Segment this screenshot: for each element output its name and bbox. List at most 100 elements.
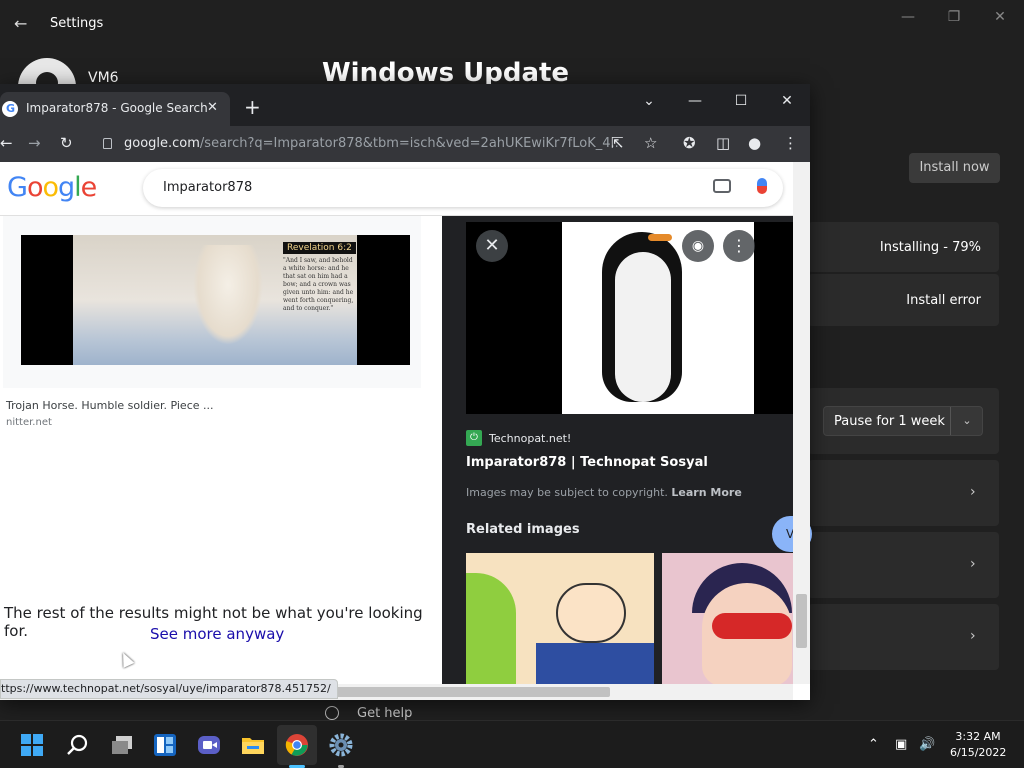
google-logo[interactable]: Google — [7, 172, 98, 203]
network-icon[interactable]: ▣ — [895, 737, 907, 752]
search-input[interactable]: Imparator878 — [143, 169, 783, 207]
bookmark-star-icon[interactable]: ☆ — [644, 134, 657, 152]
url-path: /search?q=Imparator878&tbm=isch&ved=2ahU… — [199, 136, 623, 151]
restore-icon[interactable]: ❐ — [931, 6, 977, 28]
related-image-2[interactable] — [662, 553, 793, 686]
more-options-icon[interactable]: ⋮ — [723, 230, 755, 262]
get-help-link[interactable]: Get help — [357, 706, 412, 721]
scroll-thumb[interactable] — [796, 594, 807, 648]
tab-close-icon[interactable]: ✕ — [207, 100, 218, 115]
settings-titlebar: ← Settings — ❐ ✕ — [0, 0, 1024, 48]
related-images-heading: Related images — [466, 522, 580, 537]
tab-search-chevron-icon[interactable]: ⌄ — [626, 88, 672, 114]
task-view-icon[interactable] — [110, 733, 134, 757]
new-tab-icon[interactable]: + — [244, 95, 261, 119]
pause-label: Pause for 1 week — [834, 414, 945, 429]
result-card[interactable]: Revelation 6:2 "And I saw, and behold a … — [3, 216, 421, 388]
profile-icon[interactable]: ● — [748, 134, 761, 152]
update-status-error: Install error — [906, 293, 981, 308]
google-favicon-letter: G — [6, 102, 16, 115]
result-image[interactable]: Revelation 6:2 "And I saw, and behold a … — [21, 235, 410, 365]
chevron-right-icon: › — [970, 628, 976, 644]
file-explorer-icon[interactable] — [241, 733, 265, 757]
install-now-button[interactable]: Install now — [909, 153, 1000, 183]
penguin-beak — [648, 234, 672, 241]
white-horse-shape — [193, 245, 263, 345]
settings-gear-icon[interactable] — [329, 733, 353, 757]
settings-title: Settings — [50, 16, 104, 31]
search-icon[interactable] — [66, 733, 90, 757]
minimize-icon[interactable]: — — [672, 88, 718, 114]
image-label: Revelation 6:2 — [283, 242, 356, 254]
clock-time[interactable]: 3:32 AM — [953, 730, 1003, 743]
chrome-icon[interactable] — [285, 733, 309, 757]
help-icon — [325, 706, 339, 720]
microphone-icon[interactable] — [757, 178, 767, 194]
close-icon[interactable]: ✕ — [476, 230, 508, 262]
tab-strip: G Imparator878 - Google Search ✕ + ⌄ — ☐… — [0, 84, 810, 126]
source-name[interactable]: Technopat.net! — [489, 432, 571, 445]
share-icon[interactable]: ⇱ — [611, 134, 624, 152]
tab-title: Imparator878 - Google Search — [26, 101, 208, 115]
address-bar[interactable]: google.com/search?q=Imparator878&tbm=isc… — [124, 136, 623, 151]
related-image-1[interactable] — [466, 553, 654, 686]
logo-letter: o — [26, 172, 44, 203]
scroll-thumb[interactable] — [300, 687, 610, 697]
see-more-link[interactable]: See more anyway — [150, 625, 284, 643]
chevron-right-icon: › — [970, 556, 976, 572]
update-item-installing: Installing - 79% — [808, 222, 999, 272]
chevron-down-icon: ⌄ — [950, 407, 983, 435]
settings-option-2[interactable]: › — [808, 532, 999, 598]
update-item-error: Install error — [808, 274, 999, 326]
preview-title[interactable]: Imparator878 | Technopat Sosyal — [466, 455, 708, 470]
maximize-icon[interactable]: ☐ — [718, 88, 764, 114]
teams-chat-icon[interactable] — [197, 733, 221, 757]
settings-option-1[interactable]: › — [808, 460, 999, 526]
learn-more-link[interactable]: Learn More — [671, 486, 741, 499]
camera-search-icon[interactable] — [713, 179, 731, 193]
google-header: Google Imparator878 — [0, 162, 793, 216]
result-source: nitter.net — [6, 417, 52, 428]
cartoon-shirt-shape — [536, 643, 654, 686]
penguin-belly — [615, 252, 671, 402]
red-mask-shape — [712, 613, 792, 639]
lock-icon — [103, 138, 112, 149]
browser-tab[interactable]: G Imparator878 - Google Search ✕ — [0, 92, 230, 126]
copyright-text: Images may be subject to copyright. — [466, 486, 668, 499]
taskbar: ⌃ ▣ 🔊 3:32 AM 6/15/2022 — [0, 720, 1024, 768]
update-status-installing: Installing - 79% — [879, 240, 981, 255]
logo-letter: e — [80, 172, 98, 203]
clock-date[interactable]: 6/15/2022 — [950, 746, 1006, 759]
back-arrow-icon[interactable]: ← — [14, 14, 34, 34]
mouse-cursor-icon — [117, 650, 135, 668]
widgets-icon[interactable] — [153, 733, 177, 757]
back-icon[interactable]: ← — [0, 134, 13, 152]
start-windows-icon[interactable] — [21, 734, 43, 756]
chrome-window: G Imparator878 - Google Search ✕ + ⌄ — ☐… — [0, 84, 812, 700]
lens-search-icon[interactable]: ◉ — [682, 230, 714, 262]
close-icon[interactable]: ✕ — [764, 88, 810, 114]
forward-icon[interactable]: → — [28, 134, 41, 152]
close-icon[interactable]: ✕ — [977, 6, 1023, 28]
volume-icon[interactable]: 🔊 — [919, 737, 935, 752]
chevron-right-icon: › — [970, 484, 976, 500]
search-query: Imparator878 — [163, 180, 253, 195]
pause-dropdown[interactable]: Pause for 1 week ⌄ — [823, 406, 983, 436]
vertical-scrollbar[interactable] — [793, 162, 810, 684]
side-panel-icon[interactable]: ◫ — [716, 134, 730, 152]
cartoon-green-shape — [466, 573, 516, 686]
menu-kebab-icon[interactable]: ⋮ — [783, 134, 798, 152]
logo-letter: o — [42, 172, 59, 203]
logo-letter: g — [58, 172, 75, 203]
extensions-puzzle-icon[interactable]: ✪ — [683, 134, 696, 152]
chevron-up-icon[interactable]: ⌃ — [868, 737, 879, 752]
browser-toolbar: ← → ↻ google.com/search?q=Imparator878&t… — [0, 126, 810, 162]
result-caption[interactable]: Trojan Horse. Humble soldier. Piece ... — [6, 399, 214, 412]
url-domain: google.com — [124, 136, 200, 151]
image-preview-panel: ‹ ✕ ◉ ⋮ ⏻ Technopat.net! Imparator878 | … — [442, 216, 812, 686]
reload-icon[interactable]: ↻ — [60, 134, 73, 152]
settings-option-3[interactable]: › — [808, 604, 999, 670]
logo-letter: G — [7, 172, 28, 203]
copyright-notice: Images may be subject to copyright. Lear… — [466, 486, 742, 499]
minimize-icon[interactable]: — — [885, 6, 931, 28]
